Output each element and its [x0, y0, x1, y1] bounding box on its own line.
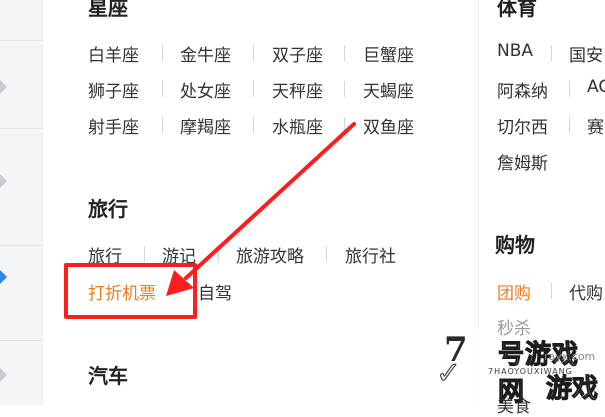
annotation-arrow-shaft — [184, 122, 356, 280]
watermark-url: rayx.com — [544, 350, 596, 363]
watermark-brand-suffix: 游戏 — [545, 374, 599, 405]
site-watermark: 7 ✓ 号游戏网 rayx.com 7HAOYOUXIWANG 游戏 — [426, 322, 605, 405]
watermark-logo-icon: ✓ — [435, 356, 462, 392]
